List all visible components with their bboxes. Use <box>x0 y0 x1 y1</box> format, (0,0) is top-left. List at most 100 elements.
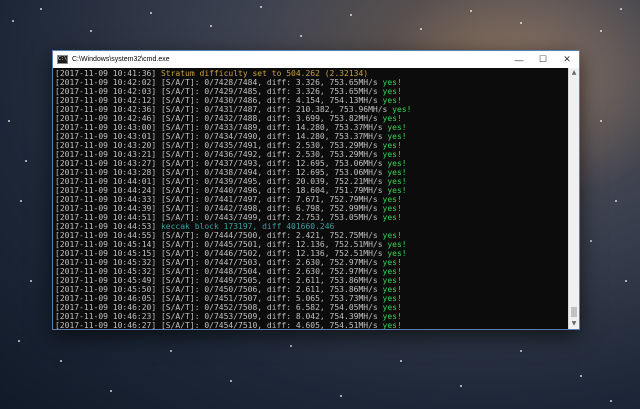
line-message: keccak block 173197, diff 401660.246 <box>156 222 335 231</box>
line-message: [S/A/T]: 0/7437/7493, diff: 12.695, 753.… <box>156 159 388 168</box>
accepted-flag: yes! <box>387 123 407 132</box>
console-output[interactable]: [2017-11-09 10:41:36] Stratum difficulty… <box>53 68 567 329</box>
console-line: [2017-11-09 10:42:36] [S/A/T]: 0/7431/74… <box>55 105 567 114</box>
scrollbar-thumb[interactable] <box>571 307 577 317</box>
star <box>40 8 42 10</box>
line-message: [S/A/T]: 0/7443/7499, diff: 2.753, 753.0… <box>156 213 383 222</box>
console-line: [2017-11-09 10:46:27] [S/A/T]: 0/7454/75… <box>55 321 567 329</box>
cmd-icon: C:\ <box>57 55 68 64</box>
accepted-flag: yes! <box>387 168 407 177</box>
console-line: [2017-11-09 10:43:27] [S/A/T]: 0/7437/74… <box>55 159 567 168</box>
line-message: [S/A/T]: 0/7451/7507, diff: 5.065, 753.7… <box>156 294 383 303</box>
console-line: [2017-11-09 10:44:55] [S/A/T]: 0/7444/75… <box>55 231 567 240</box>
line-timestamp: [2017-11-09 10:45:15] <box>55 249 157 258</box>
console-line: [2017-11-09 10:45:32] [S/A/T]: 0/7448/75… <box>55 267 567 276</box>
title-bar[interactable]: C:\ C:\Windows\system32\cmd.exe — ☐ ✕ <box>53 51 579 68</box>
console-line: [2017-11-09 10:46:20] [S/A/T]: 0/7452/75… <box>55 303 567 312</box>
star <box>600 120 602 122</box>
line-timestamp: [2017-11-09 10:45:32] <box>55 267 157 276</box>
line-message: [S/A/T]: 0/7445/7501, diff: 12.136, 752.… <box>156 240 388 249</box>
star <box>350 14 352 16</box>
console-line: [2017-11-09 10:43:00] [S/A/T]: 0/7433/74… <box>55 123 567 132</box>
close-button[interactable]: ✕ <box>555 51 579 68</box>
line-message: [S/A/T]: 0/7433/7489, diff: 14.280, 753.… <box>156 123 388 132</box>
star <box>615 200 617 202</box>
console-line: [2017-11-09 10:44:39] [S/A/T]: 0/7442/74… <box>55 204 567 213</box>
star <box>600 30 602 32</box>
console-body[interactable]: [2017-11-09 10:41:36] Stratum difficulty… <box>53 68 579 329</box>
accepted-flag: yes! <box>392 105 412 114</box>
line-message: [S/A/T]: 0/7429/7485, diff: 3.326, 753.6… <box>156 87 383 96</box>
console-line: [2017-11-09 10:44:01] [S/A/T]: 0/7439/74… <box>55 177 567 186</box>
line-timestamp: [2017-11-09 10:46:27] <box>55 321 157 329</box>
line-timestamp: [2017-11-09 10:44:53] <box>55 222 157 231</box>
line-message: [S/A/T]: 0/7442/7498, diff: 6.798, 752.9… <box>156 204 383 213</box>
cmd-window[interactable]: C:\ C:\Windows\system32\cmd.exe — ☐ ✕ [2… <box>52 50 580 330</box>
accepted-flag: yes! <box>382 213 402 222</box>
line-message: [S/A/T]: 0/7436/7492, diff: 2.530, 753.2… <box>156 150 383 159</box>
console-line: [2017-11-09 10:43:21] [S/A/T]: 0/7436/74… <box>55 150 567 159</box>
line-timestamp: [2017-11-09 10:46:20] <box>55 303 157 312</box>
line-timestamp: [2017-11-09 10:42:36] <box>55 105 157 114</box>
line-message: [S/A/T]: 0/7440/7496, diff: 18.604, 751.… <box>156 186 388 195</box>
line-timestamp: [2017-11-09 10:41:36] <box>55 69 157 78</box>
star <box>470 10 472 12</box>
line-message: [S/A/T]: 0/7444/7500, diff: 2.421, 752.7… <box>156 231 383 240</box>
line-timestamp: [2017-11-09 10:44:33] <box>55 195 157 204</box>
line-timestamp: [2017-11-09 10:45:49] <box>55 276 157 285</box>
accepted-flag: yes! <box>382 204 402 213</box>
line-message: [S/A/T]: 0/7446/7502, diff: 12.136, 752.… <box>156 249 388 258</box>
line-timestamp: [2017-11-09 10:45:50] <box>55 285 157 294</box>
console-line: [2017-11-09 10:42:02] [S/A/T]: 0/7428/74… <box>55 78 567 87</box>
star <box>8 120 10 122</box>
star <box>625 280 627 282</box>
accepted-flag: yes! <box>382 114 402 123</box>
console-line: [2017-11-09 10:44:53] keccak block 17319… <box>55 222 567 231</box>
line-timestamp: [2017-11-09 10:46:23] <box>55 312 157 321</box>
line-timestamp: [2017-11-09 10:44:01] <box>55 177 157 186</box>
star <box>590 240 592 242</box>
star <box>290 345 292 347</box>
line-message: [S/A/T]: 0/7449/7505, diff: 2.611, 753.8… <box>156 276 383 285</box>
star <box>400 360 402 362</box>
line-timestamp: [2017-11-09 10:42:03] <box>55 87 157 96</box>
console-line: [2017-11-09 10:44:33] [S/A/T]: 0/7441/74… <box>55 195 567 204</box>
scroll-up-arrow-icon[interactable]: ▲ <box>569 68 579 78</box>
line-timestamp: [2017-11-09 10:42:02] <box>55 78 157 87</box>
accepted-flag: yes! <box>387 240 407 249</box>
line-timestamp: [2017-11-09 10:42:46] <box>55 114 157 123</box>
star <box>230 380 232 382</box>
star <box>460 385 462 387</box>
line-message: [S/A/T]: 0/7441/7497, diff: 7.671, 752.7… <box>156 195 383 204</box>
line-message: [S/A/T]: 0/7434/7490, diff: 14.280, 753.… <box>156 132 388 141</box>
minimize-button[interactable]: — <box>507 51 531 68</box>
accepted-flag: yes! <box>382 141 402 150</box>
vertical-scrollbar[interactable]: ▲ ▼ <box>568 68 579 329</box>
accepted-flag: yes! <box>382 267 402 276</box>
line-timestamp: [2017-11-09 10:43:21] <box>55 150 157 159</box>
star <box>610 400 612 402</box>
star <box>90 30 92 32</box>
console-line: [2017-11-09 10:41:36] Stratum difficulty… <box>55 69 567 78</box>
star <box>420 28 422 30</box>
maximize-button[interactable]: ☐ <box>531 51 555 68</box>
line-timestamp: [2017-11-09 10:46:05] <box>55 294 157 303</box>
window-title: C:\Windows\system32\cmd.exe <box>72 56 170 63</box>
console-line: [2017-11-09 10:45:15] [S/A/T]: 0/7446/75… <box>55 249 567 258</box>
line-message: [S/A/T]: 0/7453/7509, diff: 8.042, 754.3… <box>156 312 383 321</box>
star <box>620 8 622 10</box>
accepted-flag: yes! <box>382 78 402 87</box>
console-line: [2017-11-09 10:43:20] [S/A/T]: 0/7435/74… <box>55 141 567 150</box>
line-message: [S/A/T]: 0/7428/7484, diff: 3.326, 753.6… <box>156 78 383 87</box>
line-timestamp: [2017-11-09 10:44:55] <box>55 231 157 240</box>
accepted-flag: yes! <box>382 312 402 321</box>
line-message: [S/A/T]: 0/7452/7508, diff: 6.582, 754.0… <box>156 303 383 312</box>
line-timestamp: [2017-11-09 10:44:39] <box>55 204 157 213</box>
star <box>520 350 522 352</box>
accepted-flag: yes! <box>382 87 402 96</box>
star <box>150 12 152 14</box>
console-line: [2017-11-09 10:45:32] [S/A/T]: 0/7447/75… <box>55 258 567 267</box>
line-timestamp: [2017-11-09 10:43:20] <box>55 141 157 150</box>
console-line: [2017-11-09 10:43:01] [S/A/T]: 0/7434/74… <box>55 132 567 141</box>
scroll-down-arrow-icon[interactable]: ▼ <box>569 319 579 329</box>
